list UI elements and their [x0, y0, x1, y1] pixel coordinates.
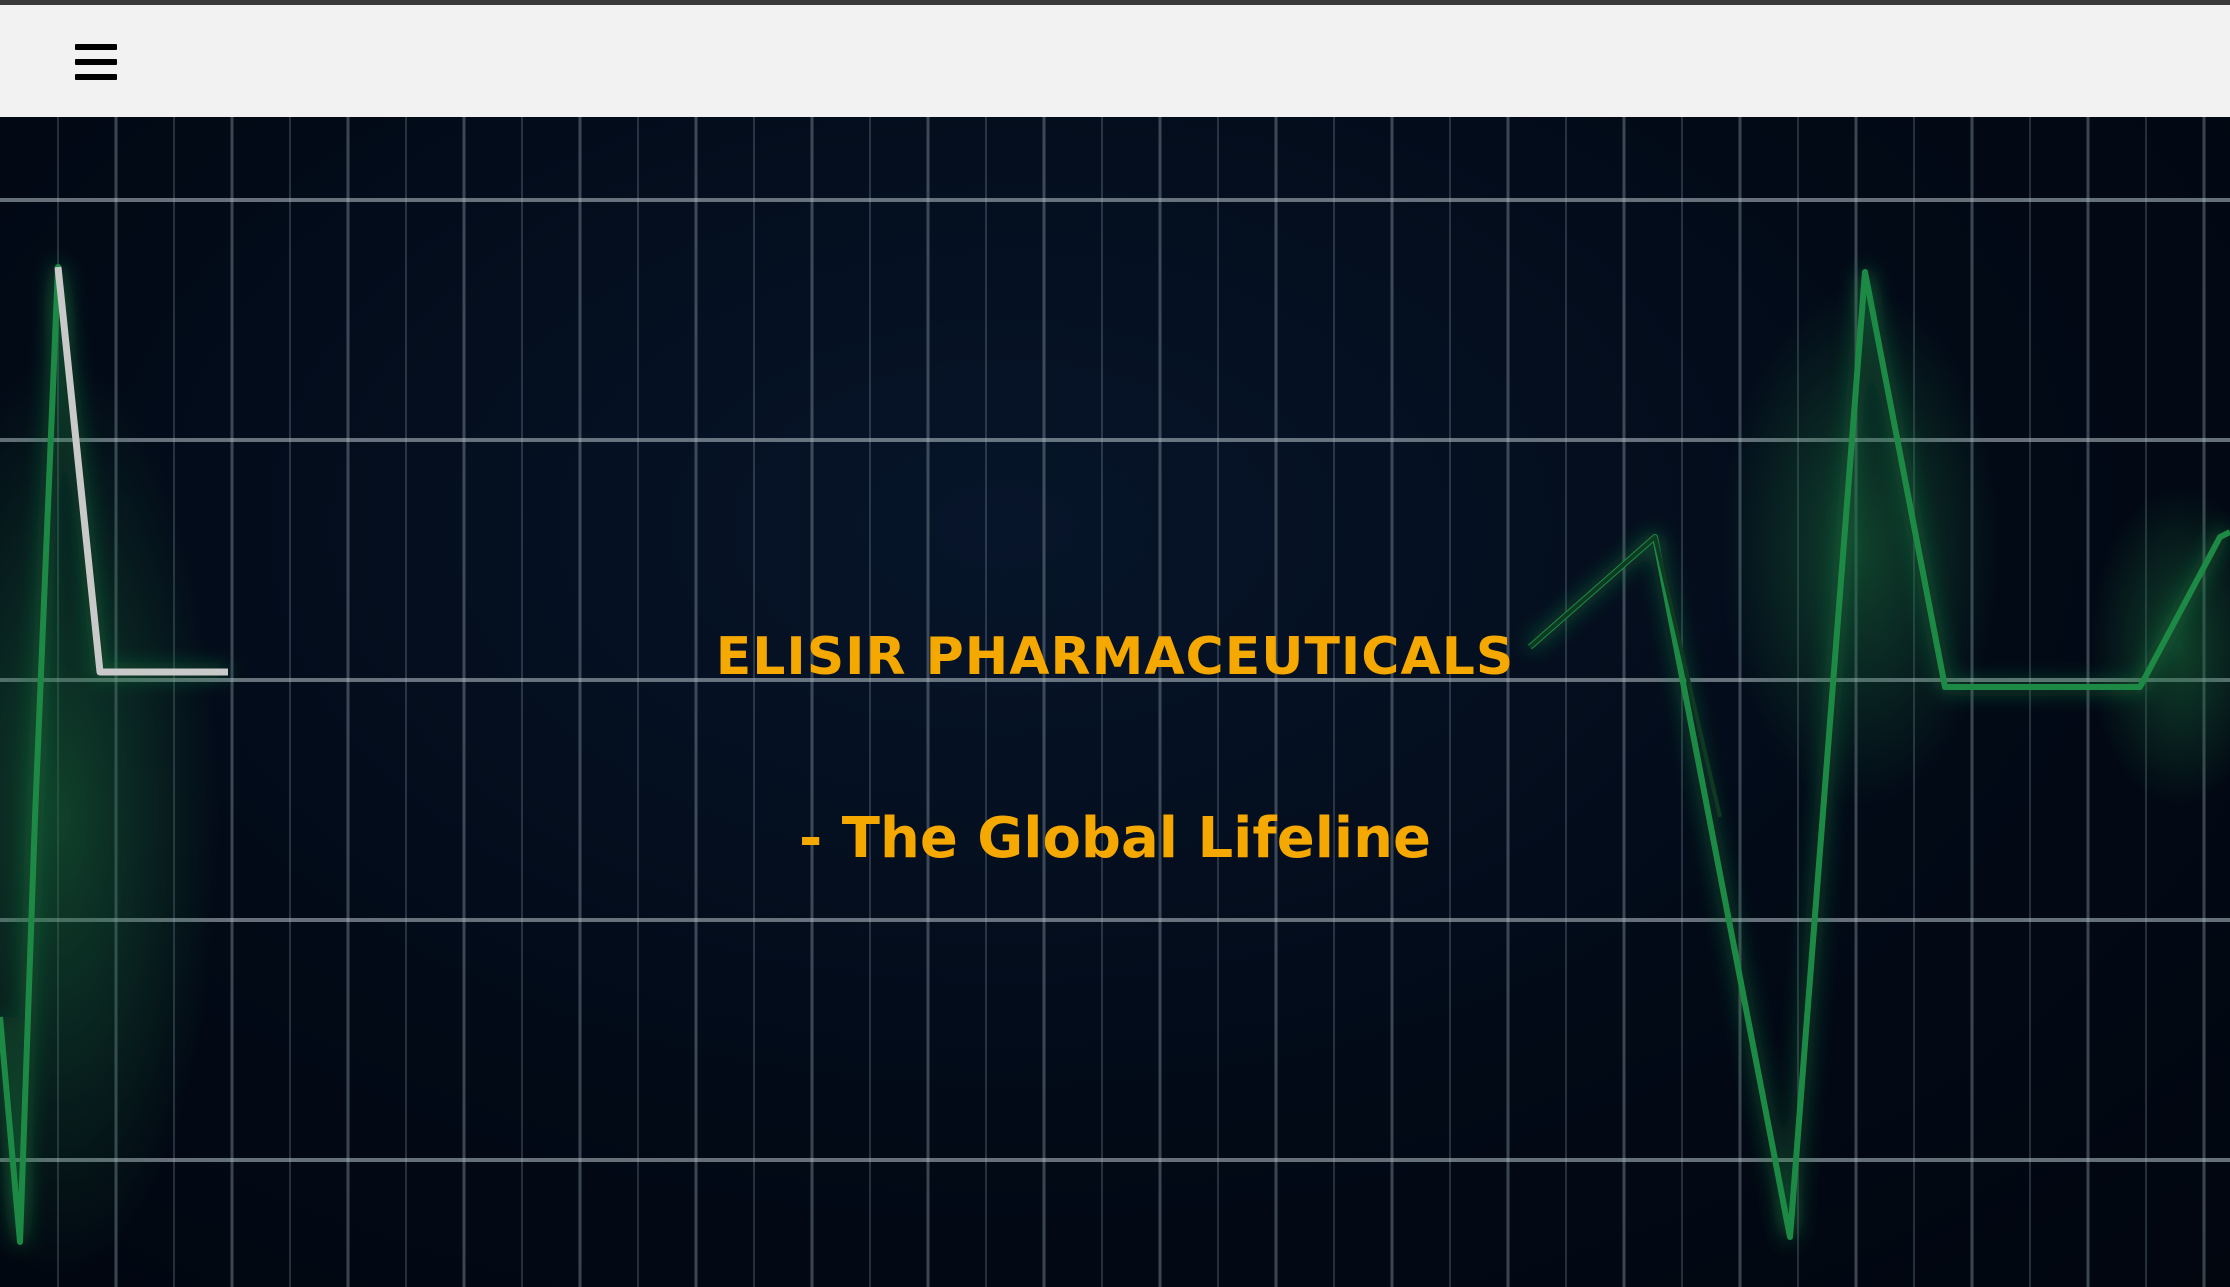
hamburger-menu-icon-bar: [75, 74, 117, 80]
hero-section: ELISIR PHARMACEUTICALS - The Global Life…: [0, 117, 2230, 1287]
heartbeat-monitor-background: [0, 117, 2230, 1287]
hamburger-menu-button[interactable]: [68, 35, 124, 91]
top-navbar: [0, 5, 2230, 117]
hamburger-menu-icon-bar: [75, 59, 117, 65]
hamburger-menu-icon: [75, 44, 117, 50]
